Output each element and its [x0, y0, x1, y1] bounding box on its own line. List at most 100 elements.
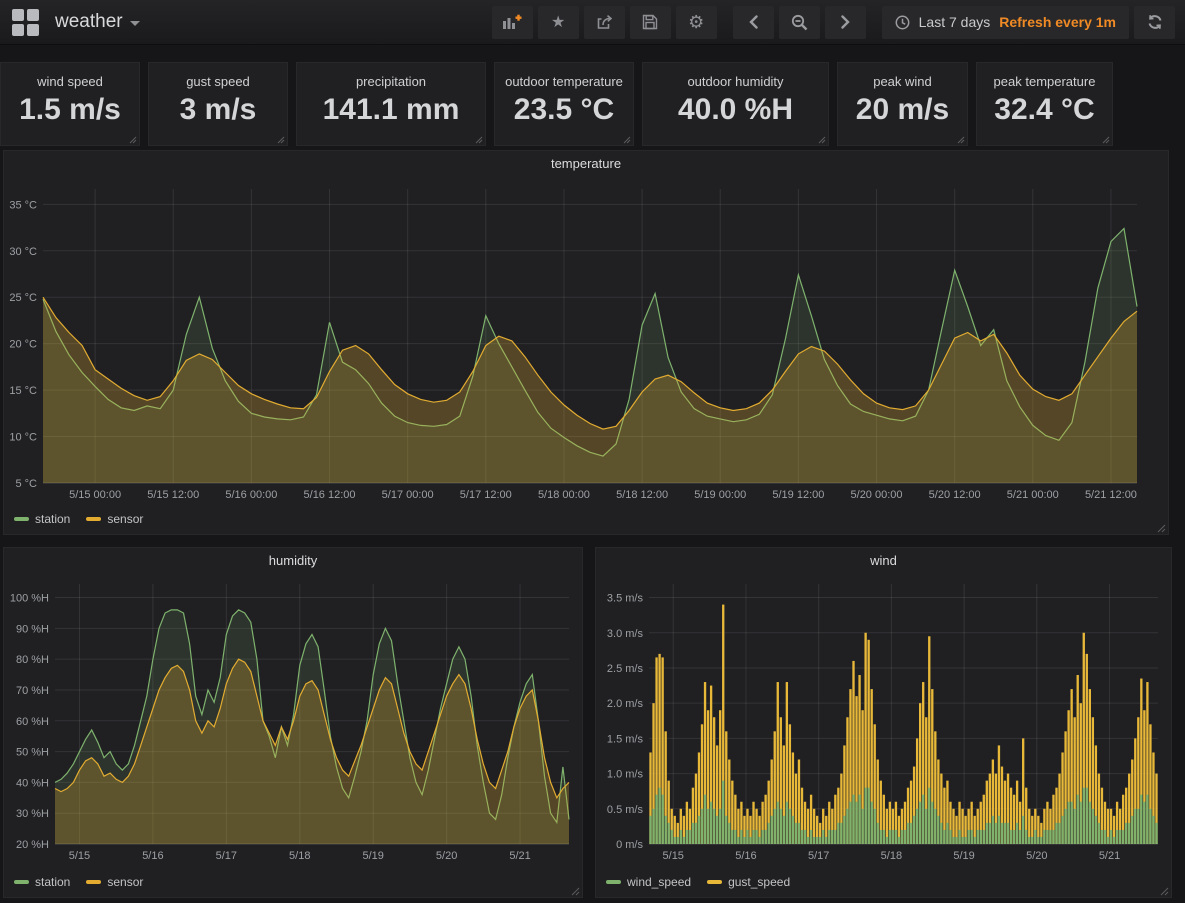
svg-text:5/18 00:00: 5/18 00:00 — [538, 489, 590, 501]
resize-handle[interactable] — [818, 136, 826, 144]
stat-value: 20 m/s — [838, 93, 967, 127]
svg-text:15 °C: 15 °C — [9, 385, 37, 397]
svg-text:0.5 m/s: 0.5 m/s — [607, 804, 644, 816]
navbar: weather ★ — [0, 0, 1185, 45]
legend-item-sensor[interactable]: sensor — [86, 512, 143, 526]
resize-handle[interactable] — [1160, 887, 1169, 896]
svg-text:100 %H: 100 %H — [10, 593, 49, 605]
chevron-left-icon — [749, 15, 758, 29]
svg-text:5/16 00:00: 5/16 00:00 — [225, 489, 277, 501]
legend-swatch — [14, 880, 29, 884]
legend-item-gust-speed[interactable]: gust_speed — [707, 875, 790, 889]
legend-swatch — [707, 880, 722, 884]
legend-item-sensor[interactable]: sensor — [86, 875, 143, 889]
svg-text:5/21: 5/21 — [509, 850, 530, 862]
stat-panel-gust-speed[interactable]: gust speed 3 m/s — [148, 62, 288, 146]
legend-item-station[interactable]: station — [14, 512, 70, 526]
svg-text:20 %H: 20 %H — [16, 839, 49, 851]
stat-value: 1.5 m/s — [1, 93, 139, 127]
temperature-panel: temperature 5/15 00:00 5/15 12:00 5/16 00:… — [3, 150, 1169, 535]
svg-text:5/20: 5/20 — [1026, 850, 1047, 862]
add-panel-button[interactable] — [492, 6, 533, 39]
panel-title-humidity[interactable]: humidity — [4, 548, 582, 574]
legend-label: sensor — [107, 512, 143, 526]
svg-text:5/18 12:00: 5/18 12:00 — [616, 489, 668, 501]
stat-panel-outdoor-humidity[interactable]: outdoor humidity 40.0 %H — [642, 62, 829, 146]
wind-legend: wind_speed gust_speed — [596, 870, 1171, 894]
wind-chart[interactable]: 5/155/165/175/185/195/205/210 m/s0.5 m/s… — [599, 574, 1168, 870]
svg-text:5/18: 5/18 — [289, 850, 310, 862]
refresh-button[interactable] — [1134, 6, 1175, 39]
zoom-out-button[interactable] — [779, 6, 820, 39]
clock-icon — [895, 15, 910, 30]
temperature-chart[interactable]: 5/15 00:00 5/15 12:00 5/16 00:00 5/16 12:00… — [7, 177, 1165, 507]
svg-text:5/19: 5/19 — [362, 850, 383, 862]
star-button[interactable]: ★ — [538, 6, 579, 39]
stat-value: 3 m/s — [149, 93, 287, 127]
svg-text:25 °C: 25 °C — [9, 292, 37, 304]
svg-text:5/17: 5/17 — [216, 850, 237, 862]
svg-text:35 °C: 35 °C — [9, 199, 37, 211]
star-icon: ★ — [551, 12, 565, 32]
add-panel-icon — [502, 14, 522, 30]
svg-text:5/18: 5/18 — [881, 850, 902, 862]
stat-label: gust speed — [149, 74, 287, 89]
save-button[interactable] — [630, 6, 671, 39]
resize-handle[interactable] — [571, 887, 580, 896]
time-back-button[interactable] — [733, 6, 774, 39]
svg-text:5/21 00:00: 5/21 00:00 — [1007, 489, 1059, 501]
stat-panel-peak-wind[interactable]: peak wind 20 m/s — [837, 62, 968, 146]
svg-text:5/19: 5/19 — [953, 850, 974, 862]
resize-handle[interactable] — [277, 136, 285, 144]
settings-button[interactable]: ⚙ — [676, 6, 717, 39]
resize-handle[interactable] — [623, 136, 631, 144]
share-button[interactable] — [584, 6, 625, 39]
resize-handle[interactable] — [475, 136, 483, 144]
save-icon — [642, 14, 658, 30]
stat-panel-peak-temperature[interactable]: peak temperature 32.4 °C — [976, 62, 1113, 146]
humidity-chart[interactable]: 5/155/165/175/185/195/205/2120 %H30 %H40… — [7, 574, 579, 870]
svg-text:5/21 12:00: 5/21 12:00 — [1085, 489, 1137, 501]
wind-panel: wind 5/155/165/175/185/195/205/210 m/s0.… — [595, 547, 1172, 898]
svg-text:60 %H: 60 %H — [16, 716, 49, 728]
svg-text:5/15: 5/15 — [663, 850, 684, 862]
svg-text:5 °C: 5 °C — [15, 478, 37, 490]
logo-square — [27, 24, 39, 36]
svg-text:5/15 12:00: 5/15 12:00 — [147, 489, 199, 501]
resize-handle[interactable] — [129, 136, 137, 144]
refresh-interval-label: Refresh every 1m — [999, 14, 1116, 30]
legend-item-station[interactable]: station — [14, 875, 70, 889]
svg-text:30 %H: 30 %H — [16, 808, 49, 820]
stat-panel-outdoor-temperature[interactable]: outdoor temperature 23.5 °C — [494, 62, 634, 146]
time-forward-button[interactable] — [825, 6, 866, 39]
resize-handle[interactable] — [1102, 136, 1110, 144]
svg-text:0 m/s: 0 m/s — [616, 839, 643, 851]
legend-label: gust_speed — [728, 875, 790, 889]
legend-label: station — [35, 875, 70, 889]
resize-handle[interactable] — [957, 136, 965, 144]
svg-text:5/20 12:00: 5/20 12:00 — [929, 489, 981, 501]
svg-text:5/15 00:00: 5/15 00:00 — [69, 489, 121, 501]
svg-text:5/16: 5/16 — [735, 850, 756, 862]
legend-label: sensor — [107, 875, 143, 889]
chevron-right-icon — [841, 15, 850, 29]
stat-panel-wind-speed[interactable]: wind speed 1.5 m/s — [0, 62, 140, 146]
panel-title-temperature[interactable]: temperature — [4, 151, 1168, 177]
svg-text:5/16 12:00: 5/16 12:00 — [304, 489, 356, 501]
legend-item-wind-speed[interactable]: wind_speed — [606, 875, 691, 889]
dashboard-title-dropdown[interactable]: weather — [55, 11, 140, 33]
legend-swatch — [86, 880, 101, 884]
svg-text:1.0 m/s: 1.0 m/s — [607, 769, 644, 781]
svg-text:50 %H: 50 %H — [16, 747, 49, 759]
svg-text:5/21: 5/21 — [1099, 850, 1120, 862]
panel-title-wind[interactable]: wind — [596, 548, 1171, 574]
time-range-picker[interactable]: Last 7 days Refresh every 1m — [882, 6, 1129, 39]
stat-panel-precipitation[interactable]: precipitation 141.1 mm — [296, 62, 486, 146]
legend-label: wind_speed — [627, 875, 691, 889]
svg-text:5/19 12:00: 5/19 12:00 — [772, 489, 824, 501]
gear-icon: ⚙ — [688, 12, 704, 33]
stat-value: 23.5 °C — [495, 93, 633, 127]
resize-handle[interactable] — [1157, 524, 1166, 533]
chevron-down-icon — [130, 21, 140, 26]
grafana-logo[interactable] — [12, 9, 39, 36]
